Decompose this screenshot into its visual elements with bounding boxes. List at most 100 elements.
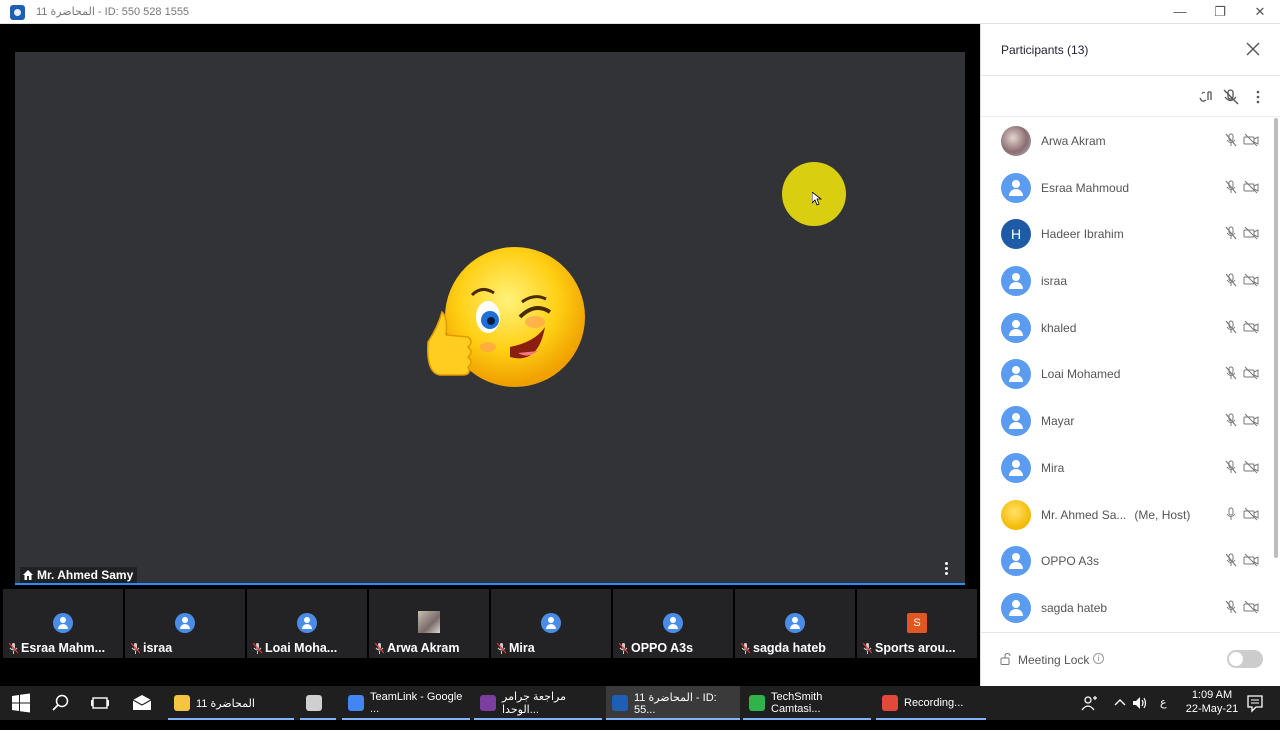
mic-muted-icon — [1225, 273, 1237, 287]
windows-start-icon[interactable] — [11, 693, 31, 713]
thumbnail-name: Loai Moha... — [265, 641, 338, 655]
task-view-icon[interactable] — [90, 693, 110, 713]
thumbnail-label: OPPO A3s — [619, 641, 729, 655]
more-options-icon[interactable] — [1249, 88, 1267, 106]
volume-icon[interactable] — [1130, 693, 1150, 713]
participant-row[interactable]: Loai Mohamed — [981, 351, 1275, 398]
avatar — [663, 613, 683, 633]
participant-name: israa — [1041, 274, 1067, 288]
participant-name: Mayar — [1041, 414, 1074, 428]
thumbnail-tile[interactable]: Arwa Akram — [369, 589, 489, 658]
thumbnail-tile[interactable]: Esraa Mahm... — [3, 589, 123, 658]
pdf-icon — [480, 695, 496, 711]
video-more-options-button[interactable] — [941, 561, 951, 577]
participant-name: Loai Mohamed — [1041, 367, 1120, 381]
avatar — [1001, 406, 1031, 437]
thumbnail-name: Arwa Akram — [387, 641, 460, 655]
avatar — [1001, 312, 1031, 343]
mic-muted-icon — [1225, 553, 1237, 567]
participant-row[interactable]: israa — [981, 258, 1275, 305]
minimize-button[interactable]: — — [1165, 2, 1195, 22]
video-off-icon — [1243, 413, 1259, 427]
maximize-button[interactable]: ❐ — [1205, 2, 1235, 22]
taskbar-app-button[interactable]: المحاضرة 11 - ID: 55... — [606, 686, 740, 720]
taskbar-app-button[interactable]: Recording... — [876, 686, 986, 720]
mic-muted-icon — [1225, 180, 1237, 194]
thumbnail-tile[interactable]: israa — [125, 589, 245, 658]
mail-icon[interactable] — [132, 693, 152, 713]
mic-muted-icon — [1225, 133, 1237, 147]
mic-muted-icon — [131, 642, 140, 654]
video-off-icon — [1243, 180, 1259, 194]
taskbar-app-button[interactable]: TechSmith Camtasi... — [743, 686, 871, 720]
participants-list: Arwa Akram Esraa Mahmoud H Hadeer Ibrahim is… — [981, 118, 1275, 633]
mute-all-icon[interactable] — [1222, 88, 1240, 106]
participants-scrollbar[interactable] — [1274, 118, 1278, 558]
close-window-button[interactable]: ✕ — [1245, 2, 1275, 22]
meeting-lock-toggle[interactable] — [1227, 650, 1263, 668]
mic-muted-icon — [9, 642, 18, 654]
calculator-icon — [306, 695, 322, 711]
thumbnail-tile[interactable]: Mira — [491, 589, 611, 658]
thumbnail-label: Mira — [497, 641, 607, 655]
clock[interactable]: 1:09 AM 22-May-21 — [1182, 688, 1242, 716]
thumbnail-name: Sports arou... — [875, 641, 956, 655]
participant-row[interactable]: H Hadeer Ibrahim — [981, 211, 1275, 258]
notifications-icon[interactable] — [1245, 693, 1265, 713]
avatar — [297, 613, 317, 633]
taskbar-app-button[interactable] — [300, 686, 336, 720]
participant-row[interactable]: Esraa Mahmoud — [981, 165, 1275, 212]
input-language-indicator[interactable]: ع — [1160, 696, 1167, 730]
thumbnail-label: Esraa Mahm... — [9, 641, 119, 655]
participant-row[interactable]: sagda hateb — [981, 585, 1275, 632]
taskbar-app-button[interactable]: المحاضرة 11 — [168, 686, 294, 720]
taskbar-app-button[interactable]: TeamLink - Google ... — [342, 686, 470, 720]
people-icon[interactable] — [1080, 693, 1100, 713]
folder-icon — [174, 695, 190, 711]
participant-row[interactable]: Mira — [981, 445, 1275, 492]
clock-time: 1:09 AM — [1191, 689, 1233, 701]
active-speaker-video[interactable]: Mr. Ahmed Samy — [15, 52, 965, 585]
participant-role: (Me, Host) — [1134, 507, 1191, 522]
chevron-up-icon[interactable] — [1110, 693, 1130, 713]
avatar — [1001, 266, 1031, 297]
participant-row[interactable]: Mayar — [981, 398, 1275, 445]
taskbar-app-button[interactable]: مراجعة جرامر الوحدا... — [474, 686, 602, 720]
unlock-icon — [1000, 653, 1011, 665]
video-off-icon — [1243, 273, 1259, 287]
participant-row[interactable]: Mr. Ahmed Sa... (Me, Host) — [981, 492, 1275, 539]
teamlink-icon — [612, 695, 628, 711]
participant-row[interactable]: OPPO A3s — [981, 538, 1275, 585]
mic-muted-icon — [1225, 413, 1237, 427]
avatar — [1001, 359, 1031, 390]
search-icon[interactable] — [51, 693, 71, 713]
participant-name-text: Arwa Akram — [1041, 134, 1106, 148]
participant-row[interactable]: khaled — [981, 305, 1275, 352]
unmute-all-icon[interactable] — [1197, 88, 1215, 106]
window-title: المحاضرة 11 - ID: 550 528 1555 — [36, 6, 190, 18]
thumbnail-tile[interactable]: S Sports arou... — [857, 589, 977, 658]
video-off-icon — [1243, 367, 1259, 380]
thumbnail-tile[interactable]: sagda hateb — [735, 589, 855, 658]
mic-icon — [1226, 507, 1236, 520]
info-icon[interactable]: i — [1093, 653, 1104, 664]
thumbnail-name: Esraa Mahm... — [21, 641, 106, 655]
clock-date: 22-May-21 — [1185, 703, 1239, 715]
mic-muted-icon — [619, 642, 628, 654]
thumbnail-tile[interactable]: OPPO A3s — [613, 589, 733, 658]
participant-name: khaled — [1041, 321, 1076, 335]
chrome-icon — [348, 695, 364, 711]
participants-header: Participants (13) — [981, 24, 1280, 76]
participants-footer: Meeting Lock i — [981, 632, 1280, 686]
mic-muted-icon — [253, 642, 262, 654]
mic-muted-icon — [375, 642, 384, 654]
participant-name-text: Mr. Ahmed Sa... — [1041, 507, 1127, 522]
close-panel-icon[interactable] — [1246, 42, 1260, 56]
participants-toolbar — [981, 76, 1280, 117]
thumbnail-tile[interactable]: Loai Moha... — [247, 589, 367, 658]
taskbar-app-label: Recording... — [904, 697, 964, 709]
participant-row[interactable]: Arwa Akram — [981, 118, 1275, 165]
avatar — [175, 613, 195, 633]
thumbnail-name: sagda hateb — [753, 641, 826, 655]
mic-muted-icon — [1225, 226, 1237, 240]
